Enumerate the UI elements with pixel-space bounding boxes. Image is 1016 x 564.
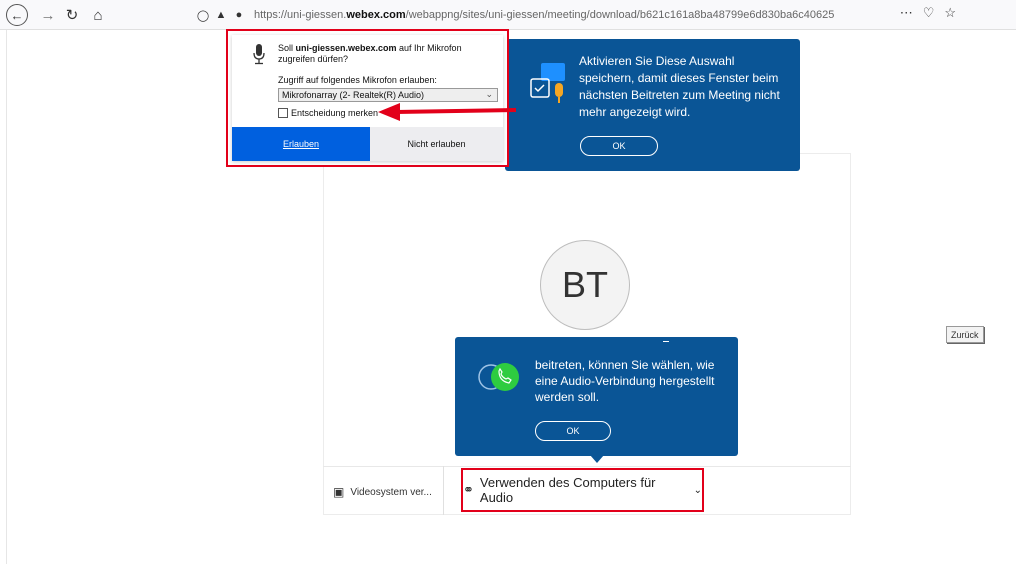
home-icon[interactable]: ⌂: [86, 3, 110, 27]
audio-connection-button[interactable]: ⚭ Verwenden des Computers für Audio ⌄: [461, 468, 704, 512]
bottom-bar-divider: [443, 466, 444, 515]
remember-choice-text: Aktivieren Sie Diese Auswahl speichern, …: [579, 54, 780, 119]
audio-label: Verwenden des Computers für Audio: [479, 475, 656, 505]
remember-choice-ok-button[interactable]: OK: [580, 136, 658, 156]
address-bar[interactable]: ◯ ▲ ● https://uni-giessen.webex.com/weba…: [196, 4, 956, 26]
tooltip-dash: [663, 341, 669, 342]
avatar: BT: [540, 240, 630, 330]
forward-arrow-icon[interactable]: →: [36, 3, 60, 27]
back-arrow-icon[interactable]: ←: [6, 4, 28, 26]
lock-icon[interactable]: ▲: [214, 9, 228, 21]
phone-call-icon: [478, 363, 519, 391]
selected-device: Mikrofonarray (2- Realtek(R) Audio): [282, 90, 425, 100]
audio-choice-ok-button[interactable]: OK: [535, 421, 611, 441]
headset-icon: ⚭: [463, 482, 474, 497]
browser-toolbar: ← → ↻ ⌂ ◯ ▲ ● https://uni-giessen.webex.…: [0, 0, 1016, 30]
chevron-down-icon: ⌄: [485, 89, 493, 99]
audio-choice-text: beitreten, können Sie wählen, wie eine A…: [535, 358, 715, 404]
bookmark-star-icon[interactable]: ☆: [944, 5, 956, 21]
url-prefix: https://uni-giessen.: [254, 9, 347, 21]
remember-decision-checkbox[interactable]: Entscheidung merken: [278, 108, 378, 118]
url-text[interactable]: https://uni-giessen.webex.com/webappng/s…: [254, 9, 834, 21]
cast-icon: ▣: [333, 485, 345, 499]
microphone-icon[interactable]: ●: [232, 9, 246, 21]
remember-decision-label: Entscheidung merken: [291, 108, 379, 118]
permission-prompt: Soll uni-giessen.webex.com auf Ihr Mikro…: [278, 43, 498, 65]
remember-choice-tooltip: Aktivieren Sie Diese Auswahl speichern, …: [505, 39, 800, 171]
shield-icon[interactable]: ◯: [196, 9, 210, 22]
tooltip-caret: [590, 455, 604, 463]
annotation-arrow: [378, 103, 517, 121]
video-system-label: Videosystem ver...: [350, 486, 432, 498]
microphone-icon: [253, 44, 265, 65]
reload-icon[interactable]: ↻: [60, 3, 84, 27]
url-path: /webappng/sites/uni-giessen/meeting/down…: [405, 9, 835, 21]
prompt-domain: uni-giessen.webex.com: [295, 43, 397, 53]
video-system-button[interactable]: ▣ Videosystem ver...: [333, 478, 443, 506]
allow-button[interactable]: Erlauben: [232, 127, 370, 161]
pocket-icon[interactable]: ♡: [923, 5, 935, 21]
prompt-prefix: Soll: [278, 43, 296, 53]
checkbox-box[interactable]: [278, 108, 288, 118]
audio-choice-tooltip: beitreten, können Sie wählen, wie eine A…: [455, 337, 738, 456]
url-domain: webex.com: [346, 9, 406, 21]
microphone-select-label: Zugriff auf folgendes Mikrofon erlauben:: [278, 75, 437, 85]
video-audio-device-icon: [530, 63, 565, 103]
back-button[interactable]: Zurück: [946, 326, 984, 343]
microphone-permission-popup: Soll uni-giessen.webex.com auf Ihr Mikro…: [232, 35, 503, 161]
more-icon[interactable]: ⋯: [900, 5, 913, 21]
meeting-card: [323, 153, 851, 515]
url-actions: ⋯ ♡ ☆: [900, 5, 956, 21]
chevron-down-icon: ⌄: [693, 484, 702, 496]
deny-button[interactable]: Nicht erlauben: [370, 127, 503, 161]
page-left-edge: [6, 30, 7, 564]
microphone-permission-highlight: Soll uni-giessen.webex.com auf Ihr Mikro…: [226, 29, 509, 167]
